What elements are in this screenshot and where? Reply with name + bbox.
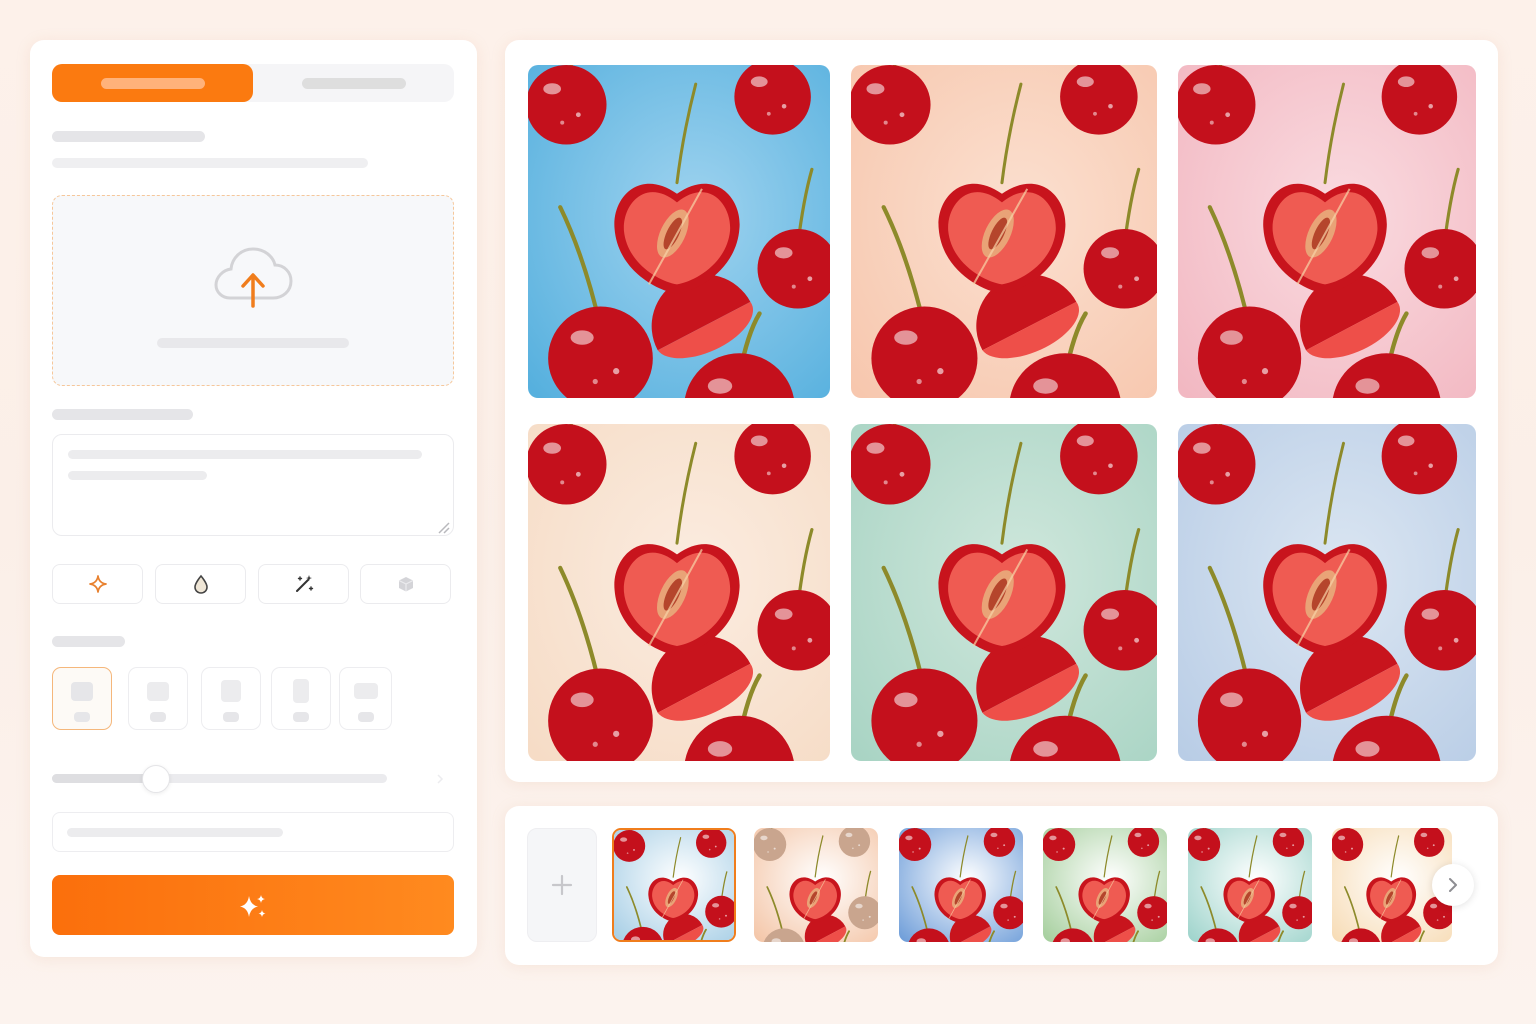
ratio-option-wide[interactable] [339, 667, 392, 730]
slider-fill [52, 774, 156, 783]
ratio-label-placeholder [52, 636, 125, 647]
history-thumbnail-3[interactable] [899, 828, 1023, 942]
cherry-artwork [851, 65, 1157, 398]
ratio-option-landscape[interactable] [128, 667, 188, 730]
cherry-thumbnail-art [614, 830, 734, 940]
section-subtitle-placeholder [52, 158, 368, 168]
seed-placeholder [67, 828, 283, 837]
cherry-artwork [1178, 424, 1476, 761]
history-thumbnail-4[interactable] [1043, 828, 1167, 942]
ratio-square-shape [71, 682, 93, 701]
sparkle-icon [88, 575, 107, 593]
ratio-label [357, 712, 374, 722]
tab-secondary-label [301, 78, 406, 89]
tool-3d-button[interactable] [360, 564, 451, 604]
strength-slider[interactable] [52, 765, 387, 793]
cherry-thumbnail-art [1188, 828, 1312, 942]
cherry-thumbnail-art [899, 828, 1023, 942]
generate-button[interactable] [52, 875, 454, 935]
ratio-tall-shape [293, 679, 309, 703]
plus-icon [551, 874, 573, 896]
image-upload-dropzone[interactable] [52, 195, 454, 386]
result-image-3[interactable] [1178, 65, 1476, 398]
settings-panel [30, 40, 477, 957]
next-thumbnails-button[interactable] [1432, 864, 1474, 906]
ratio-landscape-shape [147, 682, 169, 701]
cloud-upload-icon [214, 247, 293, 308]
ratio-label [150, 712, 166, 722]
cherry-thumbnail-art [754, 828, 878, 942]
tab-primary-label [100, 78, 205, 89]
history-thumbnail-5[interactable] [1188, 828, 1312, 942]
prompt-line-placeholder [68, 471, 207, 480]
tool-color-button[interactable] [155, 564, 246, 604]
chevron-right-icon [437, 774, 444, 784]
add-image-button[interactable] [527, 828, 597, 942]
result-image-4[interactable] [528, 424, 830, 761]
ratio-label [74, 712, 90, 722]
tab-primary[interactable] [52, 64, 253, 102]
seed-input[interactable] [52, 812, 454, 852]
ratio-label [223, 712, 239, 722]
results-panel [505, 40, 1498, 782]
cherry-thumbnail-art [1043, 828, 1167, 942]
tab-secondary[interactable] [253, 64, 454, 102]
ratio-option-tall[interactable] [271, 667, 331, 730]
section-title-placeholder [52, 131, 205, 142]
mode-tabs [52, 64, 454, 102]
history-strip [505, 806, 1498, 965]
prompt-label-placeholder [52, 409, 193, 420]
cherry-artwork [528, 65, 830, 398]
result-image-2[interactable] [851, 65, 1157, 398]
resize-handle-icon[interactable] [436, 520, 450, 534]
magic-wand-icon [295, 575, 313, 592]
history-thumbnail-2[interactable] [754, 828, 878, 942]
tool-magic-button[interactable] [258, 564, 349, 604]
slider-thumb[interactable] [141, 765, 170, 793]
chevron-right-icon [1449, 878, 1457, 892]
ratio-label [293, 712, 309, 722]
cherry-artwork [851, 424, 1157, 761]
ratio-portrait-shape [221, 680, 241, 702]
result-image-5[interactable] [851, 424, 1157, 761]
result-image-6[interactable] [1178, 424, 1476, 761]
cherry-artwork [528, 424, 830, 761]
result-image-1[interactable] [528, 65, 830, 398]
history-thumbnail-1[interactable] [612, 828, 736, 942]
upload-hint-placeholder [157, 338, 349, 348]
tool-enhance-button[interactable] [52, 564, 143, 604]
droplet-icon [193, 574, 208, 594]
ratio-option-portrait[interactable] [201, 667, 261, 730]
cherry-artwork [1178, 65, 1476, 398]
ratio-wide-shape [353, 683, 378, 699]
cube-icon [398, 577, 413, 592]
prompt-line-placeholder [68, 450, 422, 459]
sparkles-icon [240, 895, 266, 917]
ratio-option-square[interactable] [52, 667, 112, 730]
